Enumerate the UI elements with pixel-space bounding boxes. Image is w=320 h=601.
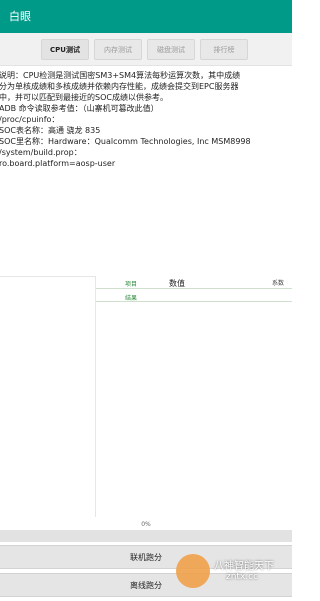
column-header-item: 项目 xyxy=(125,281,138,288)
row-divider xyxy=(96,301,292,302)
info-line: ADB 命令读取参考值：（山寨机可篡改此值） xyxy=(0,104,159,113)
watermark: 八神智能天下 zntx.cc xyxy=(176,552,290,588)
progress-bar xyxy=(0,530,292,542)
info-line: ro.board.platform=aosp-user xyxy=(0,159,116,168)
tab-ranking[interactable]: 排行榜 xyxy=(200,39,248,60)
test-tab-bar: CPU测试 内存测试 磁盘测试 排行榜 xyxy=(0,33,292,66)
column-header-coefficient: 系数 xyxy=(271,280,284,287)
row-divider xyxy=(96,288,292,289)
info-line: 分为单核成绩和多核成绩并依赖内存性能，成绩会提交到EPC服务器 xyxy=(0,82,239,91)
info-line: 说明：CPU检测是测试国密SM3+SM4算法每秒运算次数，其中成绩 xyxy=(0,71,241,80)
app-bar: 白眼 xyxy=(0,0,292,33)
info-line: 中，并可以匹配到最接近的SOC成绩以供参考。 xyxy=(0,93,168,102)
tab-disk-test[interactable]: 磁盘测试 xyxy=(147,39,195,60)
info-line: /proc/cpuinfo： xyxy=(0,115,60,124)
hand-logo-icon xyxy=(176,554,210,588)
results-panel: 项目 数值 系数 结果 xyxy=(0,276,292,517)
info-line: SOC表名称：高通 骁龙 835 xyxy=(0,126,101,135)
info-line: /system/build.prop： xyxy=(0,148,82,157)
info-line: SOC里名称：Hardware：Qualcomm Technologies, I… xyxy=(0,137,251,146)
results-chart-area xyxy=(0,276,96,517)
watermark-title: 八神智能天下 xyxy=(214,561,274,572)
progress-percent: 0% xyxy=(141,521,151,528)
cpu-info-text: 说明：CPU检测是测试国密SM3+SM4算法每秒运算次数，其中成绩 分为单核成绩… xyxy=(0,70,291,169)
app-title: 白眼 xyxy=(9,10,31,23)
tab-cpu-test[interactable]: CPU测试 xyxy=(41,39,89,60)
tab-memory-test[interactable]: 内存测试 xyxy=(94,39,142,60)
watermark-url: zntx.cc xyxy=(226,572,259,582)
results-table: 项目 数值 系数 结果 xyxy=(96,276,292,516)
